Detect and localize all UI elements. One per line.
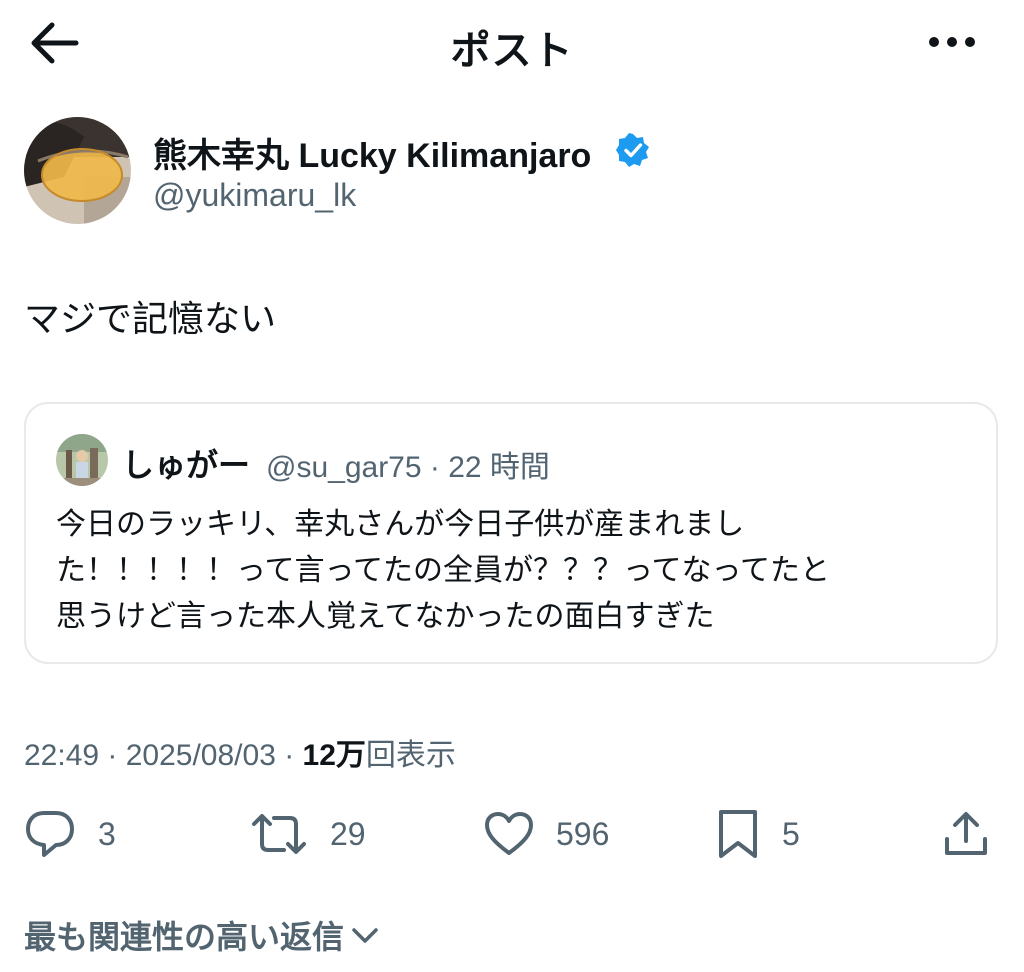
bookmark-count: 5 bbox=[782, 815, 800, 852]
post-meta: 22:49 · 2025/08/03 · 12万回表示 bbox=[24, 730, 456, 774]
page-title: ポスト bbox=[450, 29, 574, 73]
repost-count: 29 bbox=[330, 815, 366, 852]
quoted-author-meta: @su_gar75 · 22 時間 bbox=[266, 451, 550, 484]
share-icon bbox=[945, 812, 987, 855]
more-horizontal-icon bbox=[929, 37, 975, 47]
like-icon bbox=[485, 812, 533, 855]
post-detail-page: ポスト 熊木幸丸 Lucky Kilimanjaro @yukimaru_lk … bbox=[0, 0, 1024, 972]
top-bar: ポスト bbox=[0, 0, 1024, 90]
quoted-author-avatar bbox=[56, 434, 108, 486]
quoted-post-text: 今日のラッキリ、幸丸さんが今日子供が産まれまし た！！！！！って言ってたの全員が… bbox=[56, 502, 976, 640]
like-button[interactable]: 596 bbox=[484, 806, 609, 862]
bookmark-icon bbox=[719, 810, 757, 858]
more-button[interactable] bbox=[922, 28, 982, 56]
quoted-text-line: 思うけど言った本人覚えてなかったの面白すぎた bbox=[56, 600, 715, 633]
views-count[interactable]: 12万 bbox=[303, 739, 366, 772]
bookmark-button[interactable]: 5 bbox=[716, 806, 800, 862]
quoted-text-line: た！！！！！って言ってたの全員が？？？ってなってたと bbox=[56, 554, 830, 587]
author-avatar[interactable] bbox=[24, 117, 131, 224]
share-button[interactable] bbox=[942, 806, 990, 862]
author-name[interactable]: 熊木幸丸 Lucky Kilimanjaro bbox=[153, 128, 591, 177]
author-handle[interactable]: @yukimaru_lk bbox=[153, 177, 356, 214]
repost-icon bbox=[252, 814, 306, 854]
reply-sort-selector[interactable]: 最も関連性の高い返信 bbox=[24, 912, 380, 958]
repost-button[interactable]: 29 bbox=[250, 806, 366, 862]
reply-button[interactable]: 3 bbox=[24, 806, 116, 862]
quoted-post-card[interactable]: しゅがー @su_gar75 · 22 時間 今日のラッキリ、幸丸さんが今日子供… bbox=[24, 402, 998, 664]
like-count: 596 bbox=[556, 815, 610, 852]
post-text: マジで記憶ない bbox=[24, 298, 277, 339]
reply-count: 3 bbox=[98, 815, 116, 852]
verified-badge-icon bbox=[616, 133, 649, 167]
post-timestamp: 22:49 · 2025/08/03 · bbox=[24, 739, 303, 772]
quoted-author-name: しゅがー bbox=[122, 447, 251, 483]
reply-icon bbox=[26, 811, 74, 857]
quoted-text-line: 今日のラッキリ、幸丸さんが今日子供が産まれまし bbox=[56, 508, 745, 541]
reply-sort-label: 最も関連性の高い返信 bbox=[24, 919, 345, 955]
chevron-down-icon bbox=[352, 928, 378, 943]
views-label: 回表示 bbox=[365, 739, 456, 772]
